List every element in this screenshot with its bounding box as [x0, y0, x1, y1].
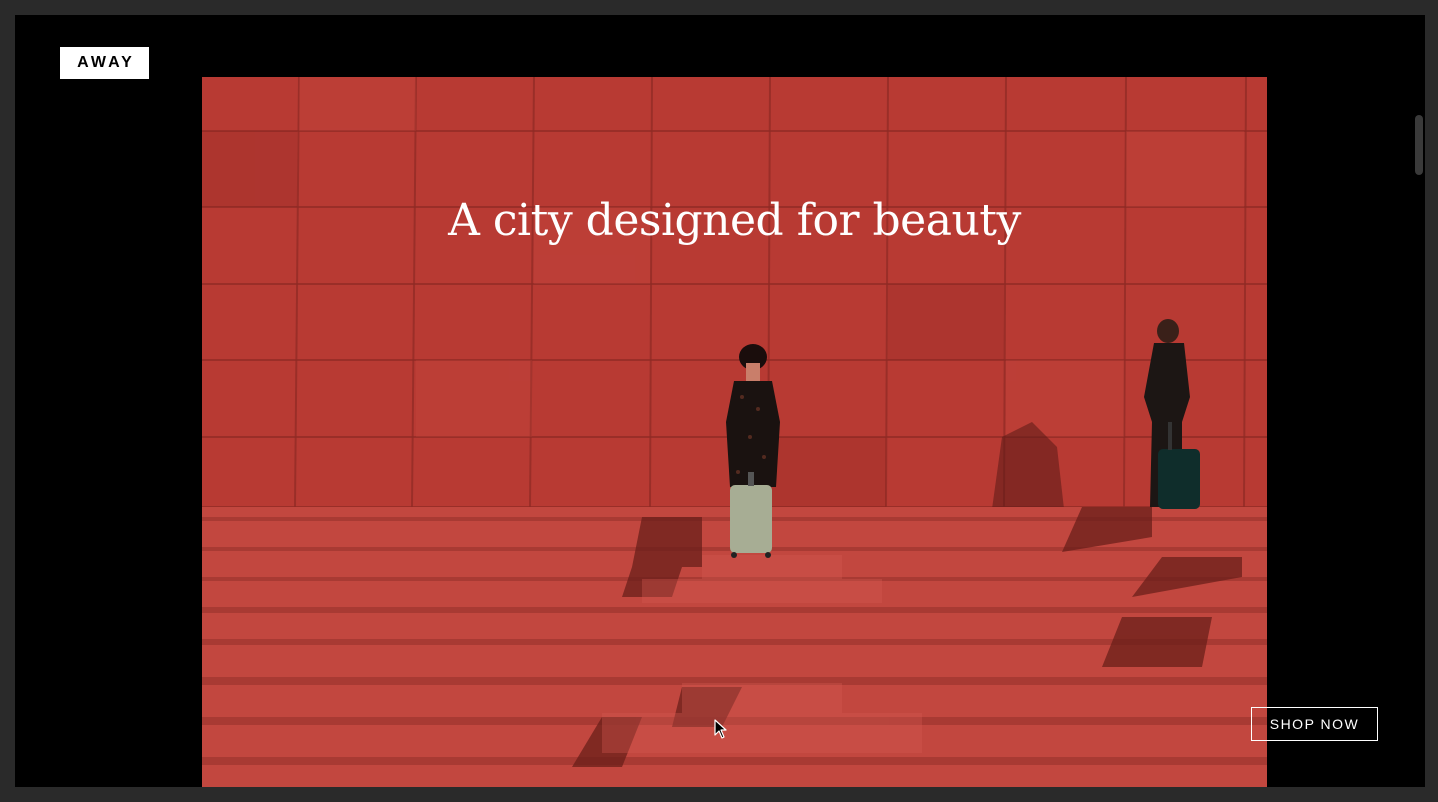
shop-now-button[interactable]: SHOP NOW: [1251, 707, 1378, 741]
mouse-pointer-icon: [714, 719, 727, 739]
hero-headline: A city designed for beauty: [448, 195, 1021, 246]
hero-image: A city designed for beauty: [202, 77, 1267, 787]
browser-viewport: AWAY A city designed for beauty SHOP NOW: [15, 15, 1425, 787]
away-logo[interactable]: AWAY: [60, 47, 149, 79]
page-scrollbar[interactable]: [1412, 15, 1425, 787]
hero-photo-red-wall-steps: [202, 77, 1267, 787]
logo-text: AWAY: [77, 54, 135, 71]
scrollbar-thumb[interactable]: [1415, 115, 1423, 175]
